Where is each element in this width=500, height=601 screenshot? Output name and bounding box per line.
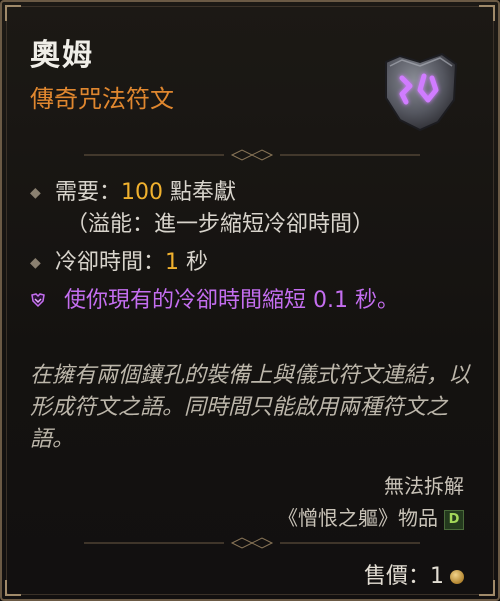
frame-corner: [5, 580, 21, 596]
legendary-aspect-icon: [31, 293, 45, 308]
sell-price: 售價：1: [364, 558, 464, 590]
aspect-line: 使你現有的冷卻時間縮短 0.1 秒。: [30, 286, 430, 316]
salvage-status: 無法拆解: [384, 474, 464, 498]
cooldown-label: 冷卻時間：: [55, 250, 166, 275]
cooldown-unit: 秒: [179, 250, 209, 275]
section-divider: [84, 537, 420, 549]
requirement-value: 100: [121, 180, 164, 205]
frame-corner: [479, 580, 495, 596]
requirement-unit: 點奉獻: [163, 180, 237, 205]
expansion-badge-icon: D: [444, 509, 464, 530]
gold-coin-icon: [450, 570, 464, 584]
rune-icon: [385, 52, 458, 132]
item-type: 傳奇咒法符文: [30, 85, 174, 113]
frame-corner: [479, 5, 495, 21]
section-divider: [84, 149, 420, 161]
cooldown-line: ◆ 冷卻時間：1 秒: [30, 244, 208, 276]
flavor-text: 在擁有兩個鑲孔的裝備上與儀式符文連結，以形成符文之語。同時間只能啟用兩種符文之語…: [30, 363, 471, 452]
requirement-line: ◆ 需要：100 點奉獻: [30, 174, 236, 206]
item-tooltip: 奧姆 傳奇咒法符文 ◆ 需要：100 點奉獻 （溢能：進一步縮短冷卻時間） ◆ …: [0, 0, 500, 601]
requirement-label: 需要：: [55, 180, 122, 205]
item-name: 奧姆: [30, 38, 94, 73]
price-label: 售價：: [363, 564, 430, 589]
price-value: 1: [430, 564, 444, 589]
diamond-bullet-icon: ◆: [30, 255, 41, 271]
source-expansion: 《憎恨之軀》物品: [278, 506, 438, 530]
source-line: 《憎恨之軀》物品 D: [278, 502, 464, 531]
frame-corner: [5, 5, 21, 21]
cooldown-value: 1: [165, 250, 180, 275]
diamond-bullet-icon: ◆: [30, 185, 41, 201]
overflow-note: （溢能：進一步縮短冷卻時間）: [66, 212, 375, 237]
aspect-text: 使你現有的冷卻時間縮短 0.1 秒。: [64, 288, 399, 313]
